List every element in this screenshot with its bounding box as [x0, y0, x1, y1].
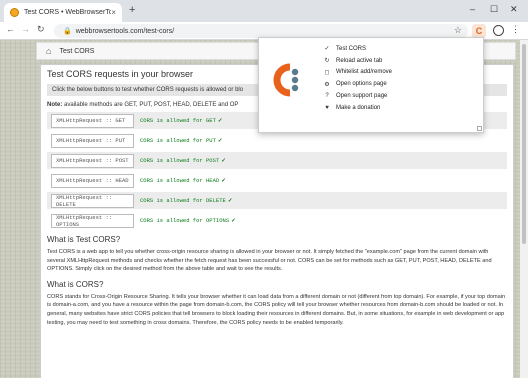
resize-handle-icon[interactable]	[477, 126, 482, 131]
put-method-button[interactable]: XMLHttpRequest :: PUT	[51, 133, 134, 148]
check-icon: ✓	[217, 117, 223, 124]
address-bar[interactable]: 🔒 webbrowsertools.com/test-cors/ ☆	[54, 24, 468, 38]
options-method-button[interactable]: XMLHttpRequest :: OPTIONS	[51, 213, 134, 228]
check-icon: ✓	[227, 197, 233, 204]
close-window-icon[interactable]: ✕	[510, 4, 518, 15]
section-heading-what-is-test-cors: What is Test CORS?	[47, 235, 121, 244]
result-text: CORS is allowed for GET	[140, 117, 216, 124]
get-method-button[interactable]: XMLHttpRequest :: GET	[51, 113, 134, 128]
options-result: CORS is allowed for OPTIONS ✓	[140, 217, 236, 224]
post-result: CORS is allowed for POST ✓	[140, 157, 226, 164]
tab-strip: Test CORS • WebBrowserTools × + – ☐ ✕	[0, 0, 528, 22]
check-icon: ✓	[217, 137, 223, 144]
popup-item-test-cors[interactable]: ✓ Test CORS	[322, 43, 392, 55]
table-row: XMLHttpRequest :: PUT CORS is allowed fo…	[47, 132, 507, 149]
get-result: CORS is allowed for GET ✓	[140, 117, 223, 124]
result-text: CORS is allowed for OPTIONS	[140, 217, 230, 224]
head-result: CORS is allowed for HEAD ✓	[140, 177, 226, 184]
check-icon: ✓	[324, 46, 330, 53]
new-tab-button[interactable]: +	[129, 4, 135, 16]
section-text-what-is-test-cors: Test CORS is a web app to tell you wheth…	[47, 249, 492, 273]
check-icon: ✓	[221, 177, 226, 184]
table-row: XMLHttpRequest :: HEAD CORS is allowed f…	[47, 172, 507, 189]
check-icon: ✓	[231, 217, 236, 224]
browser-menu-icon[interactable]: ⋮	[511, 24, 520, 35]
delete-result: CORS is allowed for DELETE ✓	[140, 197, 232, 204]
head-method-button[interactable]: XMLHttpRequest :: HEAD	[51, 173, 134, 188]
site-favicon-icon	[10, 8, 19, 17]
browser-tab[interactable]: Test CORS • WebBrowserTools ×	[4, 3, 122, 22]
popup-item-label: Whitelist add/remove	[336, 69, 393, 76]
result-text: CORS is allowed for DELETE	[140, 197, 226, 204]
table-row: XMLHttpRequest :: OPTIONS CORS is allowe…	[47, 212, 507, 229]
bookmark-star-icon[interactable]: ☆	[454, 25, 462, 36]
result-text: CORS is allowed for POST	[140, 157, 220, 164]
result-text: CORS is allowed for HEAD	[140, 177, 220, 184]
heart-icon: ♥	[325, 104, 329, 111]
section-heading-what-is-cors: What is CORS?	[47, 279, 104, 289]
check-icon: ✓	[221, 157, 226, 164]
breadcrumb-label: Test CORS	[59, 47, 95, 55]
delete-method-button[interactable]: XMLHttpRequest :: DELETE	[51, 193, 134, 208]
whitelist-icon: ◻	[324, 69, 330, 76]
section-text-what-is-cors: CORS stands for Cross-Origin Resource Sh…	[47, 293, 506, 326]
scrollbar-thumb[interactable]	[522, 44, 526, 244]
note-text: available methods are GET, PUT, POST, HE…	[62, 102, 239, 108]
popup-item-reload-tab[interactable]: ↻ Reload active tab	[322, 55, 392, 67]
tab-title: Test CORS • WebBrowserTools	[24, 9, 112, 16]
note-prefix: Note:	[47, 102, 63, 108]
cors-extension-popup: ✓ Test CORS ↻ Reload active tab ◻ Whitel…	[258, 37, 484, 133]
table-row: XMLHttpRequest :: POST CORS is allowed f…	[47, 152, 507, 169]
popup-item-whitelist[interactable]: ◻ Whitelist add/remove	[322, 67, 393, 79]
result-text: CORS is allowed for PUT	[140, 137, 216, 144]
post-method-button[interactable]: XMLHttpRequest :: POST	[51, 153, 134, 168]
reload-icon[interactable]: ↻	[37, 24, 45, 35]
page-scrollbar[interactable]	[520, 40, 528, 378]
popup-item-label: Open options page	[336, 81, 387, 88]
url-text[interactable]: webbrowsertools.com/test-cors/	[76, 28, 174, 35]
back-icon[interactable]: ←	[6, 24, 15, 34]
reload-icon: ↻	[324, 58, 330, 65]
popup-item-label: Reload active tab	[336, 57, 383, 64]
popup-item-label: Make a donation	[336, 104, 381, 111]
lock-icon: 🔒	[63, 28, 72, 35]
home-icon[interactable]: ⌂	[46, 46, 51, 56]
gear-icon: ⚙	[324, 81, 330, 88]
popup-item-label: Test CORS	[336, 45, 367, 52]
minimize-icon[interactable]: –	[470, 4, 475, 14]
popup-item-label: Open support page	[336, 93, 388, 100]
cors-extension-icon[interactable]: C	[472, 24, 486, 38]
table-row: XMLHttpRequest :: DELETE CORS is allowed…	[47, 192, 507, 209]
forward-icon[interactable]: →	[21, 24, 30, 34]
put-result: CORS is allowed for PUT ✓	[140, 137, 223, 144]
maximize-icon[interactable]: ☐	[490, 4, 498, 15]
popup-item-support[interactable]: ? Open support page	[322, 90, 392, 102]
help-icon: ?	[325, 93, 329, 100]
tab-close-icon[interactable]: ×	[111, 8, 116, 17]
popup-item-options[interactable]: ⚙ Open options page	[322, 78, 392, 90]
cors-logo-icon	[273, 63, 299, 97]
popup-item-donate[interactable]: ♥ Make a donation	[322, 102, 392, 114]
popup-menu: ✓ Test CORS ↻ Reload active tab ◻ Whitel…	[322, 43, 392, 114]
profile-avatar-icon[interactable]	[493, 25, 504, 36]
